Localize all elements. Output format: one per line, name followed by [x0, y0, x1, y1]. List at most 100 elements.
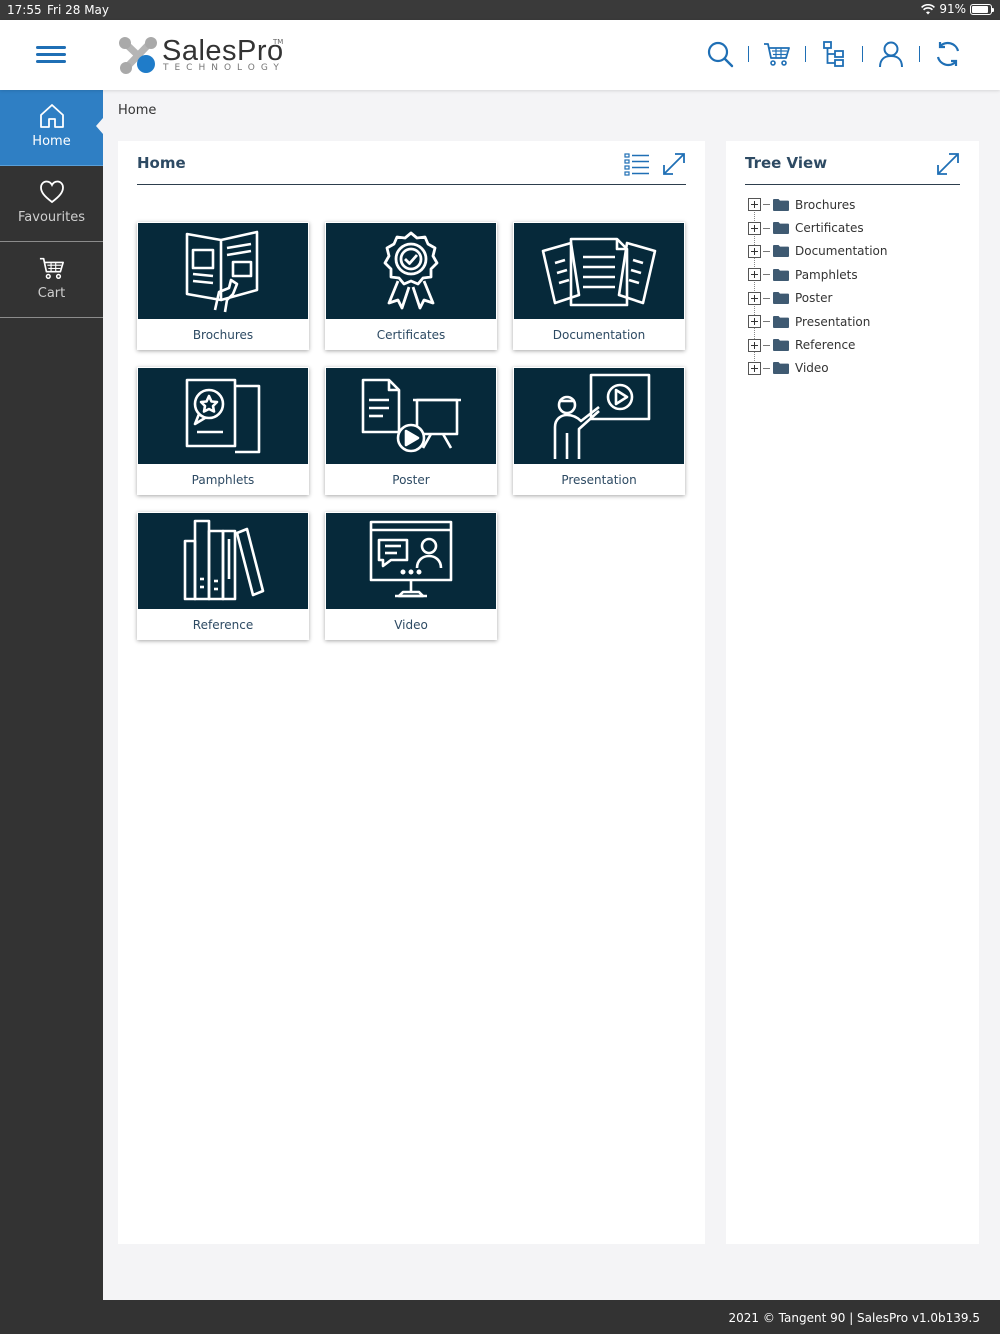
tile-label: Poster	[392, 473, 430, 487]
folder-icon	[773, 245, 789, 258]
cart-button[interactable]	[761, 38, 793, 70]
tile-pamphlets[interactable]: Pamphlets	[137, 367, 309, 495]
logo-tm: TM	[273, 38, 284, 46]
tree-item-label: Video	[795, 361, 829, 376]
tree-item-label: Presentation	[795, 314, 871, 329]
tile-documentation[interactable]: Documentation	[513, 222, 685, 350]
sidebar-item-cart[interactable]: Cart	[0, 242, 103, 318]
tile-label: Pamphlets	[191, 473, 255, 487]
tree-expand-button[interactable]	[935, 151, 961, 177]
poster-icon	[361, 378, 461, 453]
tile-image	[138, 368, 308, 464]
expand-plus-icon[interactable]	[748, 338, 761, 352]
expand-plus-icon[interactable]	[748, 244, 761, 258]
panel-title: Home	[137, 154, 186, 172]
tile-reference[interactable]: Reference	[137, 512, 309, 640]
tree-list: Brochures Certificates Documentation Pamphl…	[748, 193, 888, 380]
breadcrumb[interactable]: Home	[118, 103, 156, 118]
tree-connector	[763, 204, 770, 206]
user-icon	[879, 41, 903, 68]
salespro-logo: SalesPro TM TECHNOLOGY	[116, 34, 286, 78]
folder-icon	[773, 362, 789, 375]
sidebar-item-label: Home	[32, 134, 71, 149]
sidebar-item-label: Cart	[37, 286, 66, 301]
tree-item[interactable]: Presentation	[748, 310, 888, 333]
tile-certificates[interactable]: Certificates	[325, 222, 497, 350]
sidebar-item-favourites[interactable]: Favourites	[0, 166, 103, 242]
user-button[interactable]	[875, 38, 907, 70]
expand-plus-icon[interactable]	[748, 291, 761, 305]
list-view-icon	[624, 153, 649, 176]
battery-icon	[970, 3, 994, 15]
wifi-icon	[921, 3, 936, 14]
reference-books-icon	[183, 519, 265, 601]
tree-item[interactable]: Brochures	[748, 193, 888, 216]
sync-button[interactable]	[932, 38, 964, 70]
header-separator	[862, 46, 863, 62]
tile-image	[138, 513, 308, 609]
tile-image	[138, 223, 308, 319]
tree-item[interactable]: Reference	[748, 333, 888, 356]
status-date: Fri 28 May	[47, 3, 110, 17]
tree-item-label: Reference	[795, 338, 856, 353]
tree-connector	[763, 250, 770, 252]
header-separator	[748, 46, 749, 62]
tree-item[interactable]: Video	[748, 357, 888, 380]
tree-view-panel: Tree View Brochures Certificates Documenta…	[726, 141, 979, 1244]
video-icon	[369, 520, 453, 598]
expand-button[interactable]	[661, 151, 687, 177]
tree-item-label: Poster	[795, 291, 833, 306]
tile-image	[326, 223, 496, 319]
tree-connector	[763, 297, 770, 299]
expand-plus-icon[interactable]	[748, 221, 761, 235]
tile-poster[interactable]: Poster	[325, 367, 497, 495]
tile-video[interactable]: Video	[325, 512, 497, 640]
tile-image	[514, 223, 684, 319]
cart-icon	[764, 43, 790, 66]
tree-item-label: Pamphlets	[795, 267, 858, 282]
tree-structure-button[interactable]	[818, 38, 850, 70]
battery-percent: 91%	[939, 2, 966, 16]
tree-connector	[763, 367, 770, 369]
tree-connector	[763, 321, 770, 323]
tile-label: Reference	[192, 618, 254, 632]
folder-icon	[773, 315, 789, 328]
tree-item[interactable]: Certificates	[748, 216, 888, 239]
expand-plus-icon[interactable]	[748, 315, 761, 329]
tree-item[interactable]: Documentation	[748, 240, 888, 263]
tile-presentation[interactable]: Presentation	[513, 367, 685, 495]
tile-label: Brochures	[192, 328, 254, 342]
folder-icon	[773, 292, 789, 305]
status-bar: 17:55 Fri 28 May 91%	[0, 0, 1000, 20]
app-header: SalesPro TM TECHNOLOGY	[0, 20, 1000, 90]
tree-item[interactable]: Pamphlets	[748, 263, 888, 286]
expand-plus-icon[interactable]	[748, 268, 761, 282]
sidebar-item-label: Favourites	[18, 210, 85, 225]
folder-icon	[773, 198, 789, 211]
search-button[interactable]	[704, 38, 736, 70]
header-separator	[919, 46, 920, 62]
battery-fill	[972, 5, 989, 13]
menu-hamburger-icon[interactable]	[36, 46, 66, 64]
expand-plus-icon[interactable]	[748, 361, 761, 375]
footer: 2021 © Tangent 90 | SalesPro v1.0b139.5	[0, 1300, 1000, 1334]
tile-brochures[interactable]: Brochures	[137, 222, 309, 350]
tree-item[interactable]: Poster	[748, 287, 888, 310]
tile-image	[514, 368, 684, 464]
home-icon	[39, 104, 64, 128]
tree-connector	[763, 227, 770, 229]
logo-mark-icon	[119, 37, 157, 74]
sidebar-item-home[interactable]: Home	[0, 90, 103, 166]
header-actions	[704, 38, 964, 70]
expand-icon	[663, 153, 685, 175]
cart-icon	[39, 257, 64, 279]
expand-plus-icon[interactable]	[748, 198, 761, 212]
tile-image	[326, 513, 496, 609]
header-separator	[805, 46, 806, 62]
heart-icon	[39, 180, 64, 204]
folder-icon	[773, 339, 789, 352]
tree-item-label: Documentation	[795, 244, 888, 259]
list-view-button[interactable]	[624, 151, 650, 177]
status-time: 17:55	[7, 3, 42, 17]
tile-label: Presentation	[561, 473, 637, 487]
